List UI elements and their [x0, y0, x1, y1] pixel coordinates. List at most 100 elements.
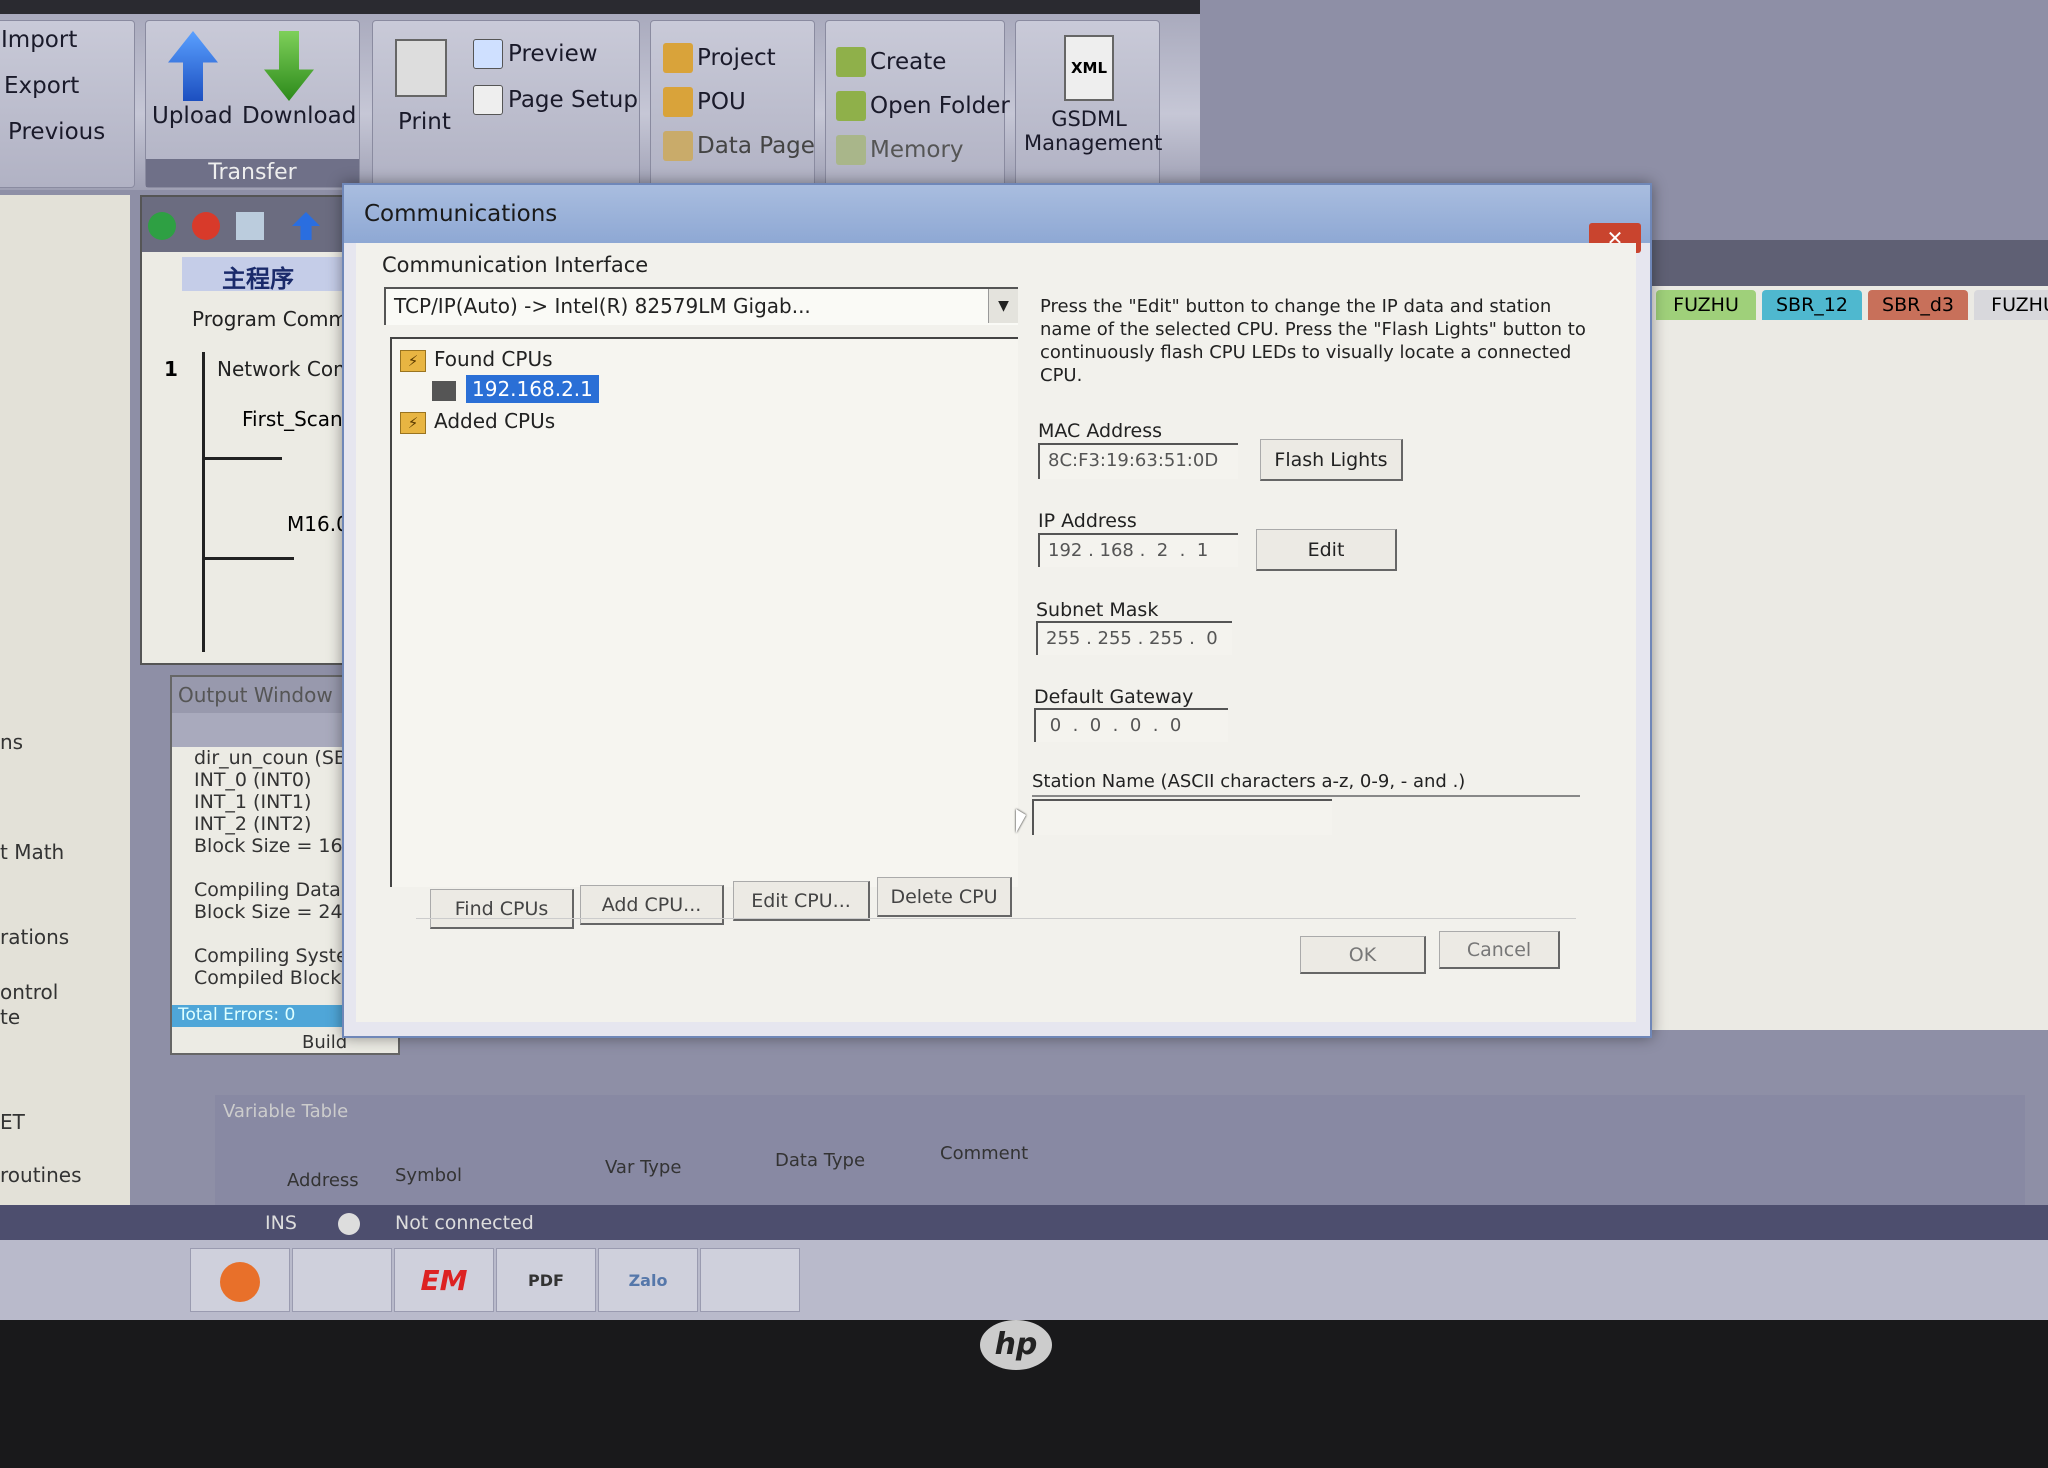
variable-table-title: Variable Table	[223, 1101, 349, 1122]
pou-tab[interactable]: SBR_d3	[1868, 290, 1968, 320]
previous-button[interactable]: Previous	[8, 119, 105, 145]
interface-value: TCP/IP(Auto) -> Intel(R) 82579LM Gigab..…	[394, 294, 811, 318]
hp-logo: hp	[980, 1320, 1052, 1370]
tree-cpu-item[interactable]: 192.168.2.1	[432, 375, 599, 403]
laptop-bezel: hp	[0, 1320, 2048, 1468]
mouse-cursor-icon	[1016, 809, 1026, 833]
column-address[interactable]: Address	[287, 1170, 359, 1191]
insert-mode: INS	[265, 1212, 297, 1234]
stop-icon[interactable]	[192, 212, 220, 240]
subnet-mask-field: 255 . 255 . 255 . 0	[1036, 621, 1232, 655]
column-data-type[interactable]: Data Type	[775, 1150, 865, 1171]
chevron-down-icon[interactable]: ▼	[988, 289, 1018, 323]
ribbon-group-print: Print Preview Page Setup	[372, 20, 640, 188]
project-tree-panel: ns t Math rations ontrol te ET routines	[0, 195, 130, 1215]
key-icon	[663, 131, 693, 161]
ribbon-group-transfer: Upload Download Transfer	[145, 20, 360, 188]
taskbar: EM PDF Zalo	[0, 1240, 2048, 1320]
ribbon-group-file: Import Export Previous	[0, 20, 135, 188]
column-comment[interactable]: Comment	[940, 1143, 1028, 1164]
pou-toolbar	[1620, 240, 2048, 286]
pou-tab[interactable]: FUZHU	[1656, 290, 1756, 320]
upload-button[interactable]: Upload	[152, 103, 233, 129]
pou-protect-button[interactable]: POU	[697, 89, 746, 115]
column-symbol[interactable]: Symbol	[395, 1165, 462, 1186]
rung-line	[204, 457, 282, 460]
mac-address-label: MAC Address	[1038, 420, 1163, 442]
archive-icon[interactable]	[292, 1248, 392, 1312]
edit-cpu-button[interactable]: Edit CPU...	[733, 881, 870, 921]
preview-icon	[473, 39, 503, 69]
window-icon[interactable]	[700, 1248, 800, 1312]
gsdml-management-button[interactable]: GSDML Management	[1024, 107, 1162, 155]
preview-button[interactable]: Preview	[508, 41, 598, 67]
ribbon: Import Export Previous Upload Download T…	[0, 0, 1200, 190]
data-page-protect-button[interactable]: Data Page	[697, 133, 815, 159]
communications-dialog: Communications ✕ Communication Interface…	[342, 183, 1652, 1038]
ok-button[interactable]: OK	[1300, 936, 1426, 974]
ribbon-group-protection: Project POU Data Page	[650, 20, 815, 188]
memory-icon	[836, 135, 866, 165]
cancel-button[interactable]: Cancel	[1439, 931, 1560, 969]
tree-item[interactable]: ET	[0, 1110, 25, 1134]
pou-tab[interactable]: FUZHU	[1974, 290, 2048, 320]
tree-item[interactable]: t Math	[0, 840, 64, 864]
firefox-icon[interactable]	[190, 1248, 290, 1312]
screen: Import Export Previous Upload Download T…	[0, 0, 2048, 1320]
mac-address-field: 8C:F3:19:63:51:0D	[1038, 443, 1238, 479]
column-var-type[interactable]: Var Type	[605, 1157, 681, 1178]
key-icon	[663, 43, 693, 73]
import-button[interactable]: Import	[1, 27, 77, 53]
upload-icon[interactable]	[292, 212, 320, 240]
ip-address-field: 192 . 168 . 2 . 1	[1038, 533, 1238, 567]
folder-lightning-icon: ⚡	[400, 349, 426, 372]
communication-interface-select[interactable]: TCP/IP(Auto) -> Intel(R) 82579LM Gigab..…	[384, 287, 1018, 325]
memory-button[interactable]: Memory	[870, 137, 964, 163]
tree-found-cpus[interactable]: ⚡ Found CPUs	[400, 347, 553, 372]
dialog-title: Communications	[344, 185, 1650, 243]
find-cpus-button[interactable]: Find CPUs	[430, 889, 574, 929]
compile-icon[interactable]	[236, 212, 264, 240]
tree-item[interactable]: ns	[0, 730, 23, 754]
open-folder-button[interactable]: Open Folder	[870, 93, 1010, 119]
library-create-icon	[836, 47, 866, 77]
run-icon[interactable]	[148, 212, 176, 240]
tree-item[interactable]: routines	[0, 1163, 82, 1187]
print-button[interactable]: Print	[398, 109, 451, 135]
station-name-label: Station Name (ASCII characters a-z, 0-9,…	[1032, 771, 1466, 792]
create-library-button[interactable]: Create	[870, 49, 946, 75]
variable-table: Variable Table Address Symbol Var Type D…	[215, 1095, 2025, 1205]
download-button[interactable]: Download	[242, 103, 356, 129]
printer-icon	[395, 39, 447, 97]
editor-right-pane	[1620, 250, 2048, 1030]
tab-build[interactable]: Build	[302, 1032, 347, 1053]
connection-status: Not connected	[395, 1212, 534, 1234]
tree-item[interactable]: te	[0, 1005, 20, 1029]
power-rail	[202, 352, 205, 652]
pdf-app-icon[interactable]: PDF	[496, 1248, 596, 1312]
edit-button[interactable]: Edit	[1256, 529, 1397, 571]
ribbon-group-libraries: Create Open Folder Memory	[825, 20, 1010, 188]
upload-arrow-icon	[168, 31, 218, 101]
tree-item[interactable]: rations	[0, 925, 69, 949]
rung-line	[204, 557, 294, 560]
delete-cpu-button[interactable]: Delete CPU	[877, 877, 1012, 917]
em-app-icon[interactable]: EM	[394, 1248, 494, 1312]
contact-label: First_Scan_	[242, 407, 353, 431]
station-name-divider	[1032, 795, 1580, 797]
download-arrow-icon	[264, 31, 314, 101]
page-setup-button[interactable]: Page Setup	[508, 87, 638, 113]
folder-lightning-icon: ⚡	[400, 411, 426, 434]
dialog-body: Communication Interface TCP/IP(Auto) -> …	[356, 243, 1636, 1022]
status-bar: INS Not connected	[0, 1205, 2048, 1241]
flash-lights-button[interactable]: Flash Lights	[1260, 439, 1403, 481]
transfer-group-label: Transfer	[146, 159, 359, 187]
tree-added-cpus[interactable]: ⚡ Added CPUs	[400, 409, 555, 434]
zalo-icon[interactable]: Zalo	[598, 1248, 698, 1312]
tree-item[interactable]: ontrol	[0, 980, 58, 1004]
project-protect-button[interactable]: Project	[697, 45, 776, 71]
add-cpu-button[interactable]: Add CPU...	[580, 885, 724, 925]
export-button[interactable]: Export	[4, 73, 79, 99]
default-gateway-label: Default Gateway	[1034, 686, 1194, 708]
pou-tab[interactable]: SBR_12	[1762, 290, 1862, 320]
